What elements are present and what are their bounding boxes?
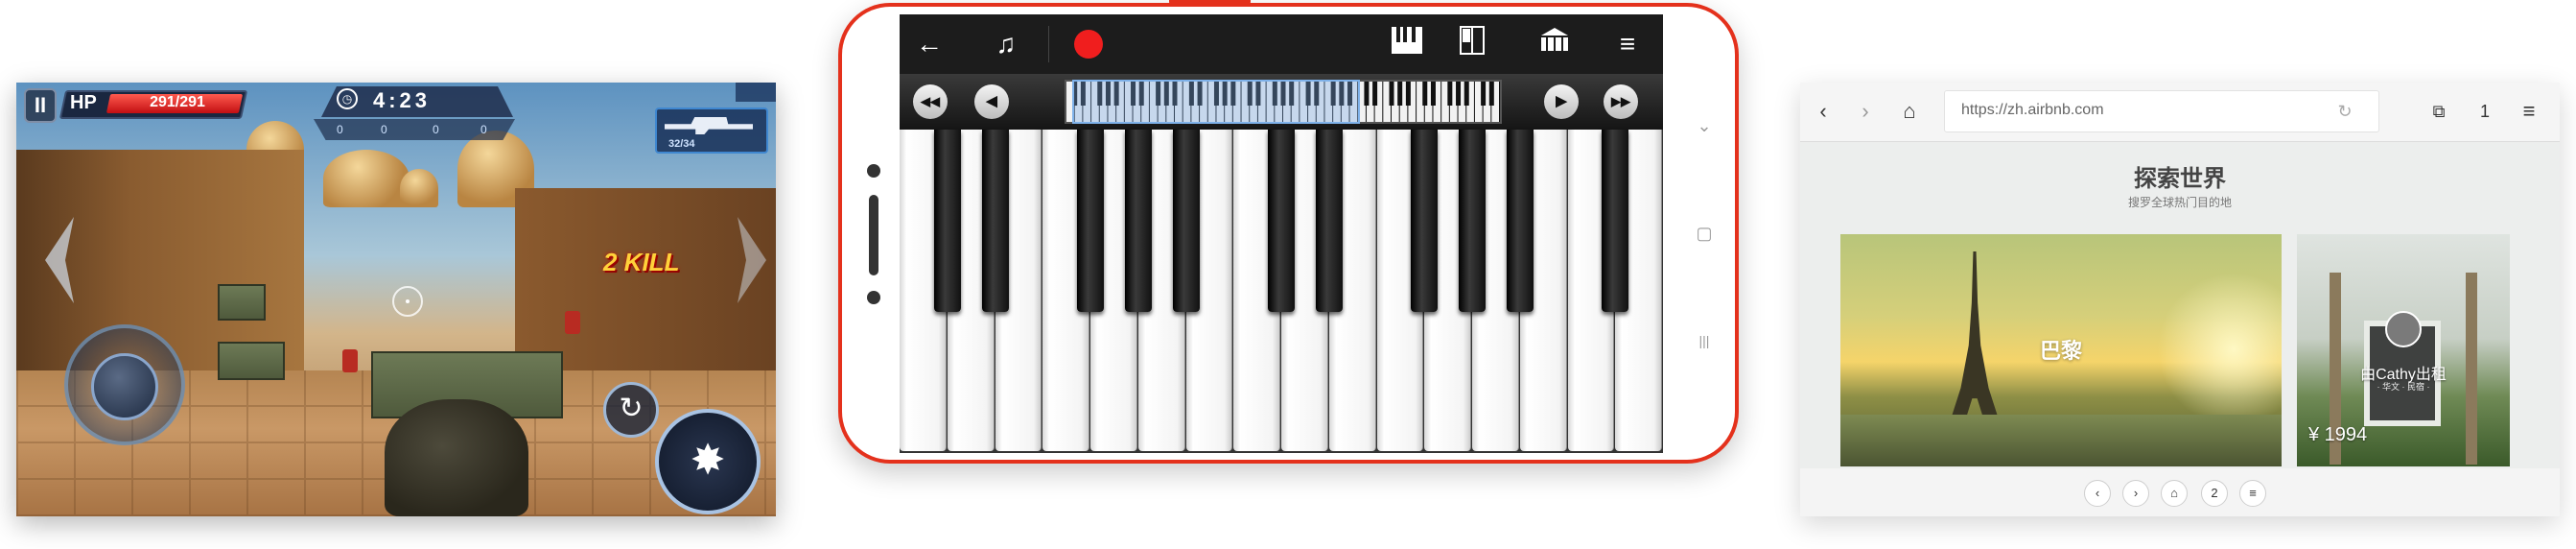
mini-black-key: [1372, 82, 1378, 106]
team-score-row: 0 0 0 0: [314, 119, 515, 140]
mini-black-key: [1389, 82, 1394, 106]
black-key[interactable]: [1077, 130, 1104, 312]
pause-button[interactable]: II: [24, 88, 57, 123]
home-icon[interactable]: ▢: [1690, 224, 1719, 244]
page-subtitle: 搜罗全球热门目的地: [2127, 196, 2232, 209]
destination-label[interactable]: 巴黎: [1840, 334, 2282, 365]
dual-keyboard-icon[interactable]: [1454, 26, 1490, 62]
secondary-weapon-slot[interactable]: [736, 83, 776, 102]
menu-icon[interactable]: |||: [1690, 333, 1719, 348]
page-title: 探索世界: [2134, 166, 2226, 192]
recent-apps-icon[interactable]: ⌄: [1690, 116, 1719, 136]
mini-black-key: [1405, 82, 1411, 106]
home-icon[interactable]: ⌂: [1894, 96, 1925, 127]
metronome-icon[interactable]: ♫: [988, 26, 1024, 62]
team-count: 0: [433, 123, 439, 136]
browser-screenshot: ‹ › ⌂ https://zh.airbnb.com ↻ ⧉ 1 ≡ 探索世界…: [1800, 83, 2560, 516]
mini-black-key: [1456, 82, 1462, 106]
refresh-icon[interactable]: ↻: [2333, 100, 2356, 123]
phone-button: [1201, 0, 1251, 5]
scroll-right-button[interactable]: ▶: [1544, 84, 1579, 119]
back-icon[interactable]: ‹: [1808, 96, 1838, 127]
piano-app-screen: ← ♫ ≡ ◀◀ ◀ ▶ ▶▶: [900, 14, 1663, 453]
mini-black-key: [1397, 82, 1403, 106]
black-key[interactable]: [1459, 130, 1486, 312]
piano-toolbar: ← ♫ ≡: [900, 14, 1663, 74]
black-key[interactable]: [1602, 130, 1629, 312]
player-soldier: [385, 399, 528, 516]
scroll-far-right-button[interactable]: ▶▶: [1604, 84, 1638, 119]
back-icon[interactable]: ←: [911, 26, 948, 62]
sensor-icon: [867, 291, 880, 304]
reload-button[interactable]: ↻: [603, 382, 659, 438]
menu-icon[interactable]: ≡: [1609, 26, 1646, 62]
crate: [218, 342, 285, 380]
tabs-icon[interactable]: ⧉: [2424, 96, 2454, 127]
dome: [323, 150, 410, 207]
scroll-far-left-button[interactable]: ◀◀: [913, 84, 948, 119]
forward-icon[interactable]: ›: [1850, 96, 1881, 127]
bottom-home-button[interactable]: ⌂: [2161, 480, 2188, 507]
tab-count[interactable]: 1: [2470, 96, 2500, 127]
toolbar-divider: [1048, 26, 1049, 62]
team-count: 0: [480, 123, 487, 136]
avatar: [2385, 311, 2422, 347]
mini-black-key: [1364, 82, 1370, 106]
mini-black-key: [1430, 82, 1436, 106]
mini-black-key: [1464, 82, 1469, 106]
team-count: 0: [381, 123, 387, 136]
game-screenshot: II HP 291/291 ◷ 4:23 0 0 0 0 32/34 2 KIL…: [16, 83, 776, 516]
keyboard-viewport-window[interactable]: [1072, 80, 1360, 124]
match-timer: 4:23: [373, 88, 432, 112]
kill-badge: 2 KILL: [603, 248, 680, 276]
mini-black-key: [1488, 82, 1494, 106]
hp-value: 291/291: [150, 94, 205, 110]
black-key[interactable]: [981, 130, 1009, 312]
mini-black-key: [1481, 82, 1487, 106]
black-key[interactable]: [1506, 130, 1534, 312]
camera-icon: [867, 164, 880, 178]
record-button[interactable]: [1074, 30, 1103, 59]
scroll-left-button[interactable]: ◀: [974, 84, 1009, 119]
url-text[interactable]: https://zh.airbnb.com: [1961, 102, 2104, 119]
phone-frame: ⌄ ▢ ||| ← ♫ ≡ ◀◀ ◀ ▶ ▶▶: [838, 0, 1739, 464]
mini-black-key: [1422, 82, 1428, 106]
barrel: [342, 349, 358, 372]
black-key[interactable]: [933, 130, 961, 312]
black-key[interactable]: [1411, 130, 1439, 312]
joystick-knob[interactable]: [91, 353, 158, 420]
dual-keyboard-shape: [1460, 26, 1485, 55]
menu-icon[interactable]: ≡: [2514, 96, 2544, 127]
black-key[interactable]: [1315, 130, 1343, 312]
bottom-tabs-button[interactable]: 2: [2201, 480, 2228, 507]
team-count: 0: [337, 123, 343, 136]
clock-icon: ◷: [337, 88, 358, 109]
piano-mode-icon[interactable]: [1389, 26, 1425, 62]
piano-keys-icon: [1392, 27, 1422, 54]
speaker-grill: [869, 195, 878, 275]
bottom-menu-button[interactable]: ≡: [2239, 480, 2266, 507]
bottom-forward-button[interactable]: ›: [2122, 480, 2149, 507]
piano-keyboard[interactable]: [900, 130, 1663, 453]
barrel: [565, 311, 580, 334]
crosshair-icon: [392, 286, 423, 317]
ammo-count: 32/34: [668, 138, 695, 150]
mini-black-key: [1447, 82, 1453, 106]
hp-label: HP: [70, 92, 97, 113]
listing-price: ¥ 1994: [2308, 424, 2368, 445]
river-image: [1840, 415, 2282, 466]
crate: [218, 284, 266, 321]
black-key[interactable]: [1172, 130, 1200, 312]
black-key[interactable]: [1268, 130, 1295, 312]
dome: [400, 169, 438, 207]
black-key[interactable]: [1124, 130, 1152, 312]
instrument-icon[interactable]: [1536, 26, 1573, 62]
fire-button[interactable]: ✸: [655, 409, 761, 514]
bottom-back-button[interactable]: ‹: [2084, 480, 2111, 507]
host-sub: · 华文 · 民宿 ·: [2377, 382, 2430, 392]
instrument-shape: [1541, 28, 1568, 51]
